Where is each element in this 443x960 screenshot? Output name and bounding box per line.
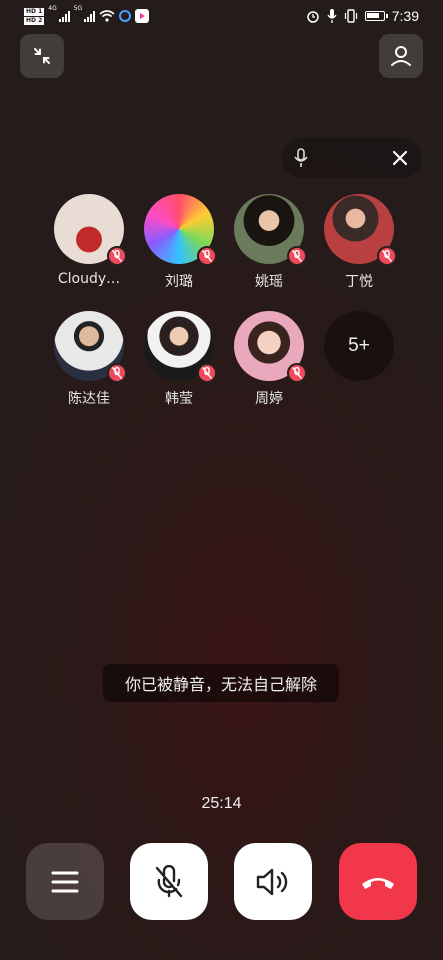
muted-badge [107, 246, 127, 266]
close-icon[interactable] [390, 148, 410, 168]
more-participants-tile[interactable]: 5+ [314, 311, 404, 408]
mic-off-icon [112, 367, 122, 379]
muted-badge [197, 363, 217, 383]
avatar [234, 311, 307, 383]
speaking-indicator-pill [282, 138, 422, 178]
menu-button[interactable] [26, 843, 104, 920]
mic-off-icon [292, 250, 302, 262]
status-bar: HD 1 HD 2 4G 5G 7:39 [0, 0, 443, 34]
menu-icon [51, 871, 79, 892]
hangup-icon [362, 877, 394, 889]
video-app-icon [135, 9, 150, 23]
participants-button[interactable] [379, 34, 423, 78]
signal-icon-2 [84, 10, 96, 22]
participant-grid: Cloudy… 刘璐 姚瑶 丁悦 陈达佳 韩莹 周婷 5+ [44, 194, 404, 408]
avatar [144, 194, 217, 266]
wifi-icon [99, 10, 115, 22]
battery-icon [364, 11, 388, 21]
muted-badge [287, 363, 307, 383]
participant-name: Cloudy… [57, 271, 121, 287]
participant-tile[interactable]: 丁悦 [314, 194, 404, 291]
participant-name: 刘璐 [165, 274, 193, 290]
speaker-button[interactable] [234, 843, 312, 920]
sim2-label: HD 2 [24, 16, 45, 25]
participant-name: 丁悦 [345, 274, 373, 290]
participant-tile[interactable]: 陈达佳 [44, 311, 134, 408]
network-type-2: 5G [73, 5, 83, 12]
mic-off-icon [202, 367, 212, 379]
participant-tile[interactable]: Cloudy… [44, 194, 134, 291]
participant-name: 姚瑶 [255, 274, 283, 290]
participant-tile[interactable]: 周婷 [224, 311, 314, 408]
status-time: 7:39 [391, 8, 419, 24]
microphone-button[interactable] [130, 843, 208, 920]
participant-name: 周婷 [255, 391, 283, 407]
muted-badge [197, 246, 217, 266]
person-icon [391, 46, 411, 66]
avatar [234, 194, 307, 266]
mic-off-icon [155, 864, 183, 897]
app-notification-icon [119, 10, 132, 22]
more-participants-count: 5+ [324, 311, 394, 381]
sim-indicators: HD 1 HD 2 [24, 7, 45, 25]
muted-badge [377, 246, 397, 266]
participant-name: 陈达佳 [68, 391, 110, 407]
speaker-icon [256, 868, 288, 895]
avatar [54, 194, 127, 266]
avatar [144, 311, 217, 383]
mic-off-icon [382, 250, 392, 262]
muted-badge [107, 363, 127, 383]
hangup-button[interactable] [339, 843, 417, 920]
participant-tile[interactable]: 韩莹 [134, 311, 224, 408]
network-type-1: 4G [48, 5, 57, 12]
vibrate-icon [344, 9, 357, 23]
participant-tile[interactable]: 刘璐 [134, 194, 224, 291]
mic-icon [294, 148, 308, 167]
sim1-label: HD 1 [24, 7, 45, 16]
participant-tile[interactable]: 姚瑶 [224, 194, 314, 291]
call-timer: 25:14 [201, 795, 242, 812]
signal-icon [58, 10, 70, 22]
mic-off-icon [292, 367, 302, 379]
muted-badge [287, 246, 307, 266]
participant-name: 韩莹 [165, 391, 193, 407]
collapse-arrows-icon [34, 48, 50, 64]
mic-off-icon [112, 250, 122, 262]
avatar [54, 311, 127, 383]
minimize-button[interactable] [20, 34, 64, 78]
mic-status-icon [327, 9, 337, 23]
avatar [324, 194, 397, 266]
muted-toast: 你已被静音，无法自己解除 [103, 664, 339, 702]
alarm-icon [307, 11, 319, 23]
mic-off-icon [202, 250, 212, 262]
